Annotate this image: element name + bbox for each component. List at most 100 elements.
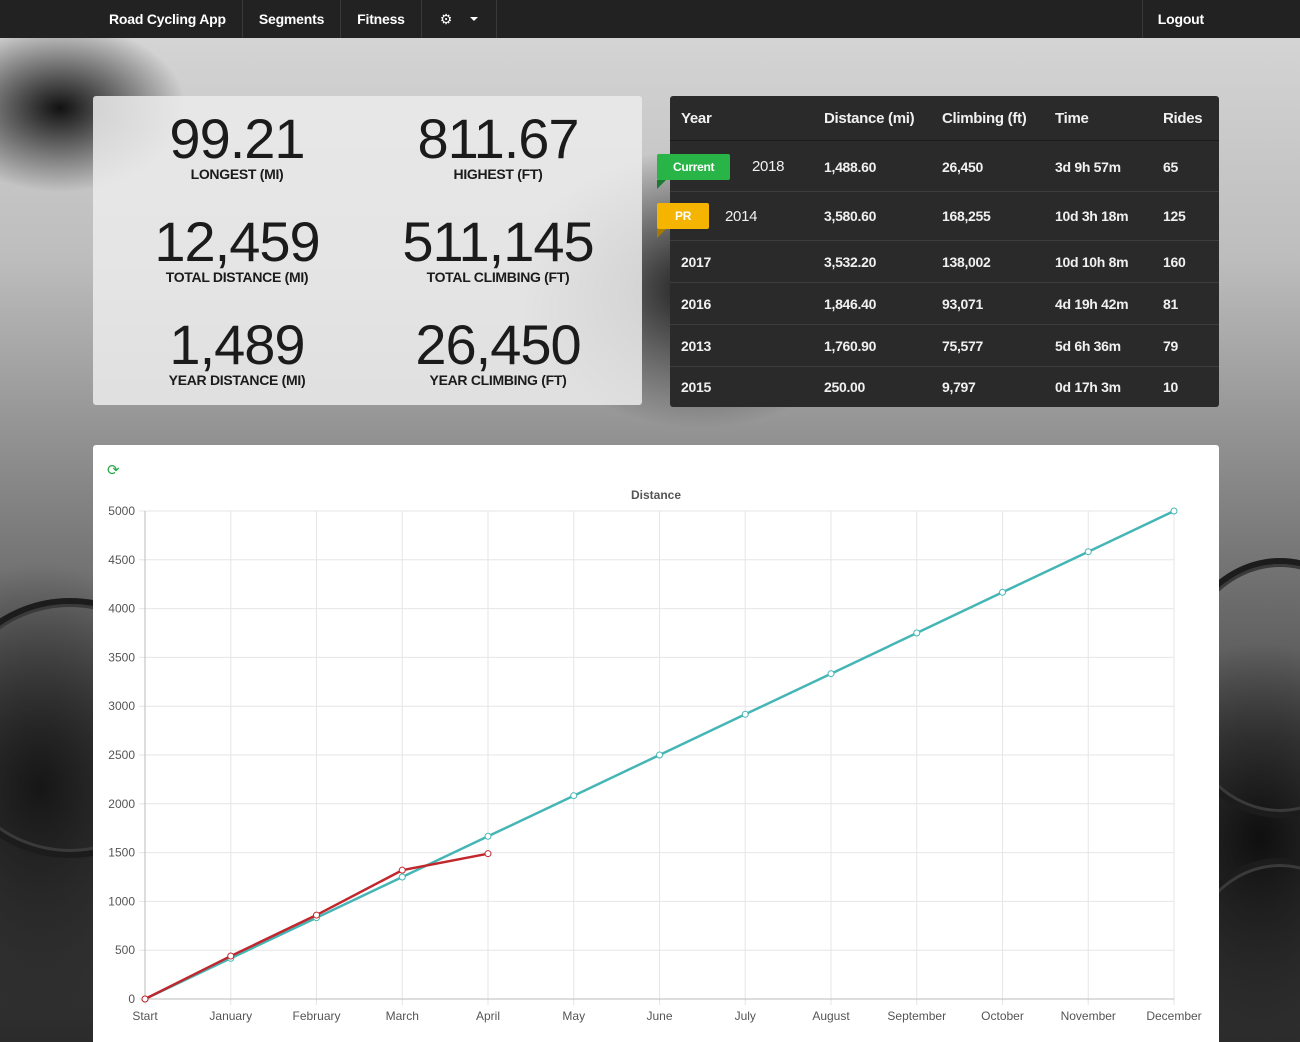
year-cell: 2013 <box>681 337 711 354</box>
year-cell: 2015 <box>681 379 711 395</box>
data-point <box>827 670 835 678</box>
data-point <box>484 850 492 858</box>
y-tick-label: 3000 <box>108 699 135 713</box>
distance-cell: 3,580.60 <box>824 208 877 224</box>
year-cell: 2016 <box>681 295 711 312</box>
y-tick-label: 2000 <box>108 797 135 811</box>
stat-total-distance: 12,459 TOTAL DISTANCE (MI) <box>107 210 367 286</box>
y-tick-label: 0 <box>128 992 135 1006</box>
y-tick-label: 2500 <box>108 748 135 762</box>
stat-year-climbing: 26,450 YEAR CLIMBING (FT) <box>368 313 628 389</box>
time-cell: 3d 9h 57m <box>1055 158 1121 175</box>
stat-value: 511,145 <box>402 210 594 273</box>
x-tick-label: July <box>735 1009 756 1023</box>
x-tick-label: January <box>209 1009 252 1023</box>
x-tick-label: June <box>646 1009 672 1023</box>
settings-dropdown[interactable]: ⚙ <box>422 0 498 38</box>
climbing-cell: 93,071 <box>942 295 984 312</box>
nav-segments[interactable]: Segments <box>243 0 342 38</box>
x-tick-label: October <box>981 1009 1024 1023</box>
table-header: Year Distance (mi) Climbing (ft) Time Ri… <box>670 96 1219 141</box>
y-tick-label: 1000 <box>108 894 135 908</box>
stat-value: 12,459 <box>154 210 320 273</box>
header-year: Year <box>681 109 712 127</box>
x-tick-label: December <box>1146 1009 1201 1023</box>
y-tick-label: 5000 <box>108 504 135 518</box>
data-point <box>313 911 320 919</box>
rides-cell: 10 <box>1163 379 1178 395</box>
y-tick-label: 4500 <box>108 553 135 567</box>
rides-cell: 81 <box>1163 295 1178 312</box>
climbing-cell: 168,255 <box>942 208 991 224</box>
distance-cell: 1,488.60 <box>824 158 877 175</box>
brand-link[interactable]: Road Cycling App <box>0 0 243 38</box>
x-axis-labels: Start January February March April May June Jul… <box>132 1009 1201 1023</box>
data-point <box>141 995 149 1003</box>
time-cell: 10d 3h 18m <box>1055 208 1129 224</box>
time-cell: 5d 6h 36m <box>1055 337 1121 354</box>
x-tick-label: February <box>292 1009 340 1023</box>
table-row: 2015 250.00 9,797 0d 17h 3m 10 <box>670 366 1219 407</box>
distance-cell: 250.00 <box>824 379 866 395</box>
stat-label: TOTAL DISTANCE (MI) <box>165 269 309 285</box>
stat-label: YEAR DISTANCE (MI) <box>168 372 306 388</box>
table-row: 2017 3,532.20 138,002 10d 10h 8m 160 <box>670 240 1219 282</box>
yearly-summary-table: Year Distance (mi) Climbing (ft) Time Ri… <box>657 96 1219 407</box>
x-tick-label: May <box>562 1009 585 1023</box>
stat-highest: 811.67 HIGHEST (FT) <box>368 107 628 183</box>
climbing-cell: 9,797 <box>942 379 976 395</box>
time-cell: 0d 17h 3m <box>1055 379 1121 395</box>
stat-label: LONGEST (MI) <box>190 166 284 182</box>
x-tick-label: Start <box>132 1009 158 1023</box>
caret-down-icon <box>470 17 479 21</box>
nav-fitness[interactable]: Fitness <box>341 0 422 38</box>
distance-chart: Distance 0 500 1000 1500 2000 2500 3000 3500 400… <box>108 488 1201 1023</box>
header-distance: Distance (mi) <box>824 109 915 127</box>
y-tick-label: 3500 <box>108 650 135 664</box>
table-row: 2013 1,760.90 75,577 5d 6h 36m 79 <box>670 324 1219 366</box>
stat-value: 26,450 <box>415 313 581 376</box>
data-point <box>227 952 235 960</box>
logout-link[interactable]: Logout <box>1141 0 1300 38</box>
gear-icon: ⚙ <box>439 10 453 27</box>
y-tick-label: 1500 <box>108 846 135 860</box>
distance-cell: 1,760.90 <box>824 337 877 354</box>
x-tick-label: March <box>386 1009 419 1023</box>
rides-cell: 79 <box>1163 337 1178 354</box>
data-point <box>913 629 921 637</box>
header-climbing: Climbing (ft) <box>942 109 1027 127</box>
data-point <box>741 710 749 718</box>
distance-cell: 1,846.40 <box>824 295 877 312</box>
stat-label: YEAR CLIMBING (FT) <box>429 372 567 388</box>
distance-cell: 3,532.20 <box>824 253 877 270</box>
table-row: 2016 1,846.40 93,071 4d 19h 42m 81 <box>670 282 1219 324</box>
top-navbar: Road Cycling App Segments Fitness ⚙ Logo… <box>0 0 1300 38</box>
stat-value: 811.67 <box>417 107 579 170</box>
table-row: PR 2014 3,580.60 168,255 10d 3h 18m 125 <box>657 191 1219 240</box>
climbing-cell: 138,002 <box>942 253 991 270</box>
climbing-cell: 26,450 <box>942 158 984 175</box>
climbing-cell: 75,577 <box>942 337 984 354</box>
x-tick-label: August <box>812 1009 850 1023</box>
chart-title: Distance <box>631 488 681 502</box>
time-cell: 4d 19h 42m <box>1055 295 1129 312</box>
stat-label: HIGHEST (FT) <box>453 166 543 182</box>
rides-cell: 65 <box>1163 158 1178 175</box>
header-time: Time <box>1055 109 1089 127</box>
x-tick-label: November <box>1061 1009 1116 1023</box>
data-point <box>656 751 663 759</box>
stat-longest: 99.21 LONGEST (MI) <box>107 110 367 183</box>
data-point <box>1084 548 1092 556</box>
x-tick-label: September <box>887 1009 946 1023</box>
stat-total-climbing: 511,145 TOTAL CLIMBING (FT) <box>368 210 628 286</box>
header-rides: Rides <box>1163 109 1203 127</box>
data-point <box>484 832 492 840</box>
rides-cell: 125 <box>1163 208 1186 224</box>
data-point <box>570 792 578 800</box>
time-cell: 10d 10h 8m <box>1055 253 1129 270</box>
pr-badge: PR <box>657 203 710 238</box>
year-value: 2014 <box>725 207 758 225</box>
data-point <box>398 866 406 874</box>
data-point <box>1170 507 1178 515</box>
stat-value: 1,489 <box>169 313 305 376</box>
